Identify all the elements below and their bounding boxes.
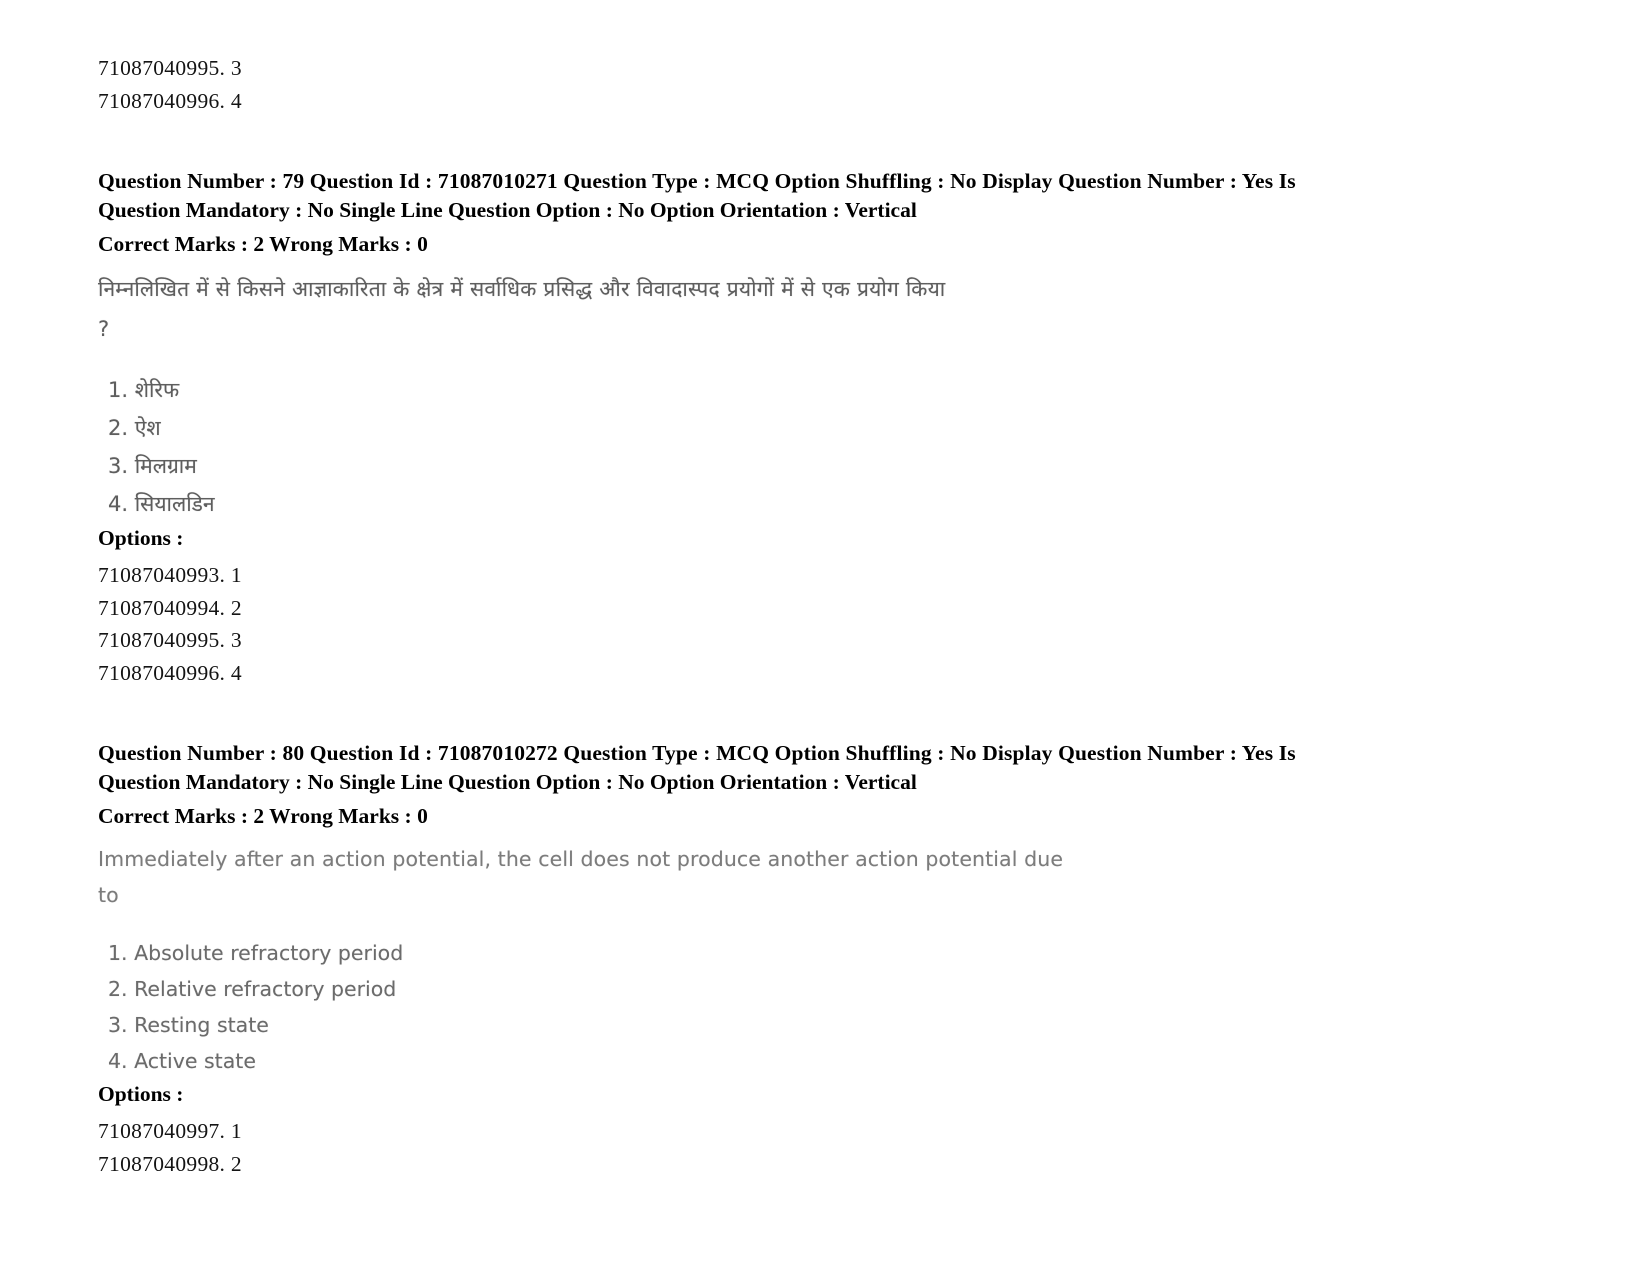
option-id-line: 71087040995. 3 [98, 56, 242, 80]
question-choice-list: 1. शेरिफ 2. ऐश 3. मिलग्राम 4. सियालडिन [98, 371, 1428, 523]
option-id-line: 71087040995. 3 [98, 628, 242, 652]
option-id-line: 71087040998. 2 [98, 1151, 242, 1176]
choice-item[interactable]: 2. ऐश [98, 409, 1428, 447]
page-content: 71087040995. 3 71087040996. 4 Question N… [98, 52, 1428, 1180]
question-header-line-1: Question Number : 80 Question Id : 71087… [98, 741, 1296, 765]
option-id-line: 71087040994. 2 [98, 595, 242, 620]
question-marks-line: Correct Marks : 2 Wrong Marks : 0 [98, 804, 428, 828]
option-id-line: 71087040997. 1 [98, 1119, 242, 1143]
option-id-line: 71087040993. 1 [98, 563, 242, 587]
choice-item[interactable]: 4. Active state [98, 1043, 1428, 1079]
question-option-ids: 71087040993. 1 71087040994. 2 7108704099… [98, 559, 1428, 689]
question-stem: निम्नलिखित में से किसने आज्ञाकारिता के क… [98, 269, 1428, 349]
options-label: Options : [98, 526, 184, 550]
question-option-ids: 71087040997. 1 71087040998. 2 [98, 1115, 1428, 1180]
question-marks-line: Correct Marks : 2 Wrong Marks : 0 [98, 232, 428, 256]
document-page: 71087040995. 3 71087040996. 4 Question N… [0, 0, 1650, 1275]
choice-item[interactable]: 3. मिलग्राम [98, 447, 1428, 485]
choice-item[interactable]: 1. Absolute refractory period [98, 935, 1428, 971]
question-block-80: Question Number : 80 Question Id : 71087… [98, 739, 1428, 1180]
question-stem-line-2: ? [98, 317, 110, 341]
question-header-line-2: Question Mandatory : No Single Line Ques… [98, 770, 917, 794]
question-stem: Immediately after an action potential, t… [98, 841, 1428, 913]
question-header-line-2: Question Mandatory : No Single Line Ques… [98, 198, 917, 222]
previous-question-option-ids: 71087040995. 3 71087040996. 4 [98, 52, 1428, 117]
question-stem-line-1: Immediately after an action potential, t… [98, 847, 1064, 871]
choice-item[interactable]: 4. सियालडिन [98, 485, 1428, 523]
question-header-line-1: Question Number : 79 Question Id : 71087… [98, 169, 1296, 193]
choice-item[interactable]: 3. Resting state [98, 1007, 1428, 1043]
choice-item[interactable]: 2. Relative refractory period [98, 971, 1428, 1007]
option-id-line: 71087040996. 4 [98, 660, 242, 685]
choice-item[interactable]: 1. शेरिफ [98, 371, 1428, 409]
question-stem-line-1: निम्नलिखित में से किसने आज्ञाकारिता के क… [98, 277, 946, 301]
option-id-line: 71087040996. 4 [98, 88, 242, 113]
options-label: Options : [98, 1082, 184, 1106]
question-block-79: Question Number : 79 Question Id : 71087… [98, 167, 1428, 689]
question-choice-list: 1. Absolute refractory period 2. Relativ… [98, 935, 1428, 1079]
question-stem-line-2: to [98, 883, 119, 907]
